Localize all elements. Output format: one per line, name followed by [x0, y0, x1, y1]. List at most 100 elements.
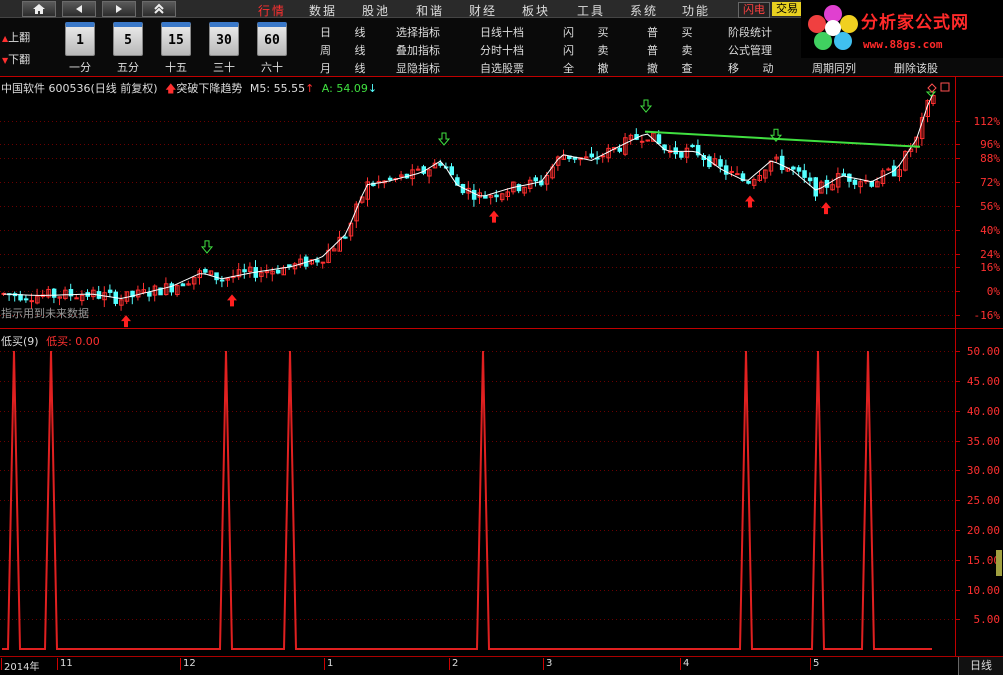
period-60min-label: 六十 — [261, 61, 283, 74]
buy-arrow-icon — [489, 210, 499, 223]
cmd-weekly[interactable]: 周 线 — [320, 42, 376, 58]
indicator-tick-label: 15.00 — [967, 554, 1000, 567]
cmd-flash-sell[interactable]: 闪 卖 — [563, 42, 619, 58]
candle-body — [802, 170, 807, 178]
cmd-period-same-column[interactable]: 周期同列 — [812, 60, 856, 76]
diamond-icon[interactable] — [927, 83, 937, 93]
scroll-handle[interactable] — [996, 550, 1002, 576]
date-label: 5 — [809, 658, 820, 670]
candle-body — [807, 177, 813, 182]
candle-body — [107, 289, 113, 293]
page-up-label: 上翻 — [8, 31, 31, 44]
indicator-tick-label: 30.00 — [967, 464, 1000, 477]
candle-body — [869, 181, 874, 187]
page-up-button[interactable]: ▲上翻 — [0, 30, 48, 46]
period-30min-button[interactable]: 30 — [209, 22, 239, 56]
cmd-monthly[interactable]: 月 线 — [320, 60, 376, 76]
stock-title: 中国软件 600536(日线 前复权) — [1, 82, 158, 95]
indicator-value: 低买: 0.00 — [46, 335, 100, 348]
indicator-axis: 50.00 45.00 40.00 35.00 30.00 25.00 20.00 15.00… — [955, 345, 1000, 626]
indicator-tick-label: 45.00 — [967, 375, 1000, 388]
trade-button[interactable]: 交易 — [772, 2, 802, 16]
cmd-normal-sell[interactable]: 普 卖 — [647, 42, 703, 58]
back-button[interactable] — [62, 1, 96, 17]
cmd-daily-ten[interactable]: 日线十档 — [480, 24, 524, 40]
cmd-cancel-query[interactable]: 撤 查 — [647, 60, 703, 76]
cmd-overlay-indicator[interactable]: 叠加指标 — [396, 42, 440, 58]
flash-button[interactable]: 闪电 — [738, 2, 770, 18]
candle-body — [735, 173, 740, 176]
indicator-tick-label: 10.00 — [967, 584, 1000, 597]
cmd-watchlist[interactable]: 自选股票 — [480, 60, 524, 76]
menu-tools[interactable]: 工具 — [577, 2, 605, 19]
candle-body — [275, 269, 281, 274]
cmd-normal-buy[interactable]: 普 买 — [647, 24, 703, 40]
cmd-daily[interactable]: 日 线 — [320, 24, 376, 40]
period-60min-button[interactable]: 60 — [257, 22, 287, 56]
menu-data[interactable]: 数据 — [309, 2, 337, 19]
home-button[interactable] — [22, 1, 56, 17]
home-icon — [33, 4, 45, 14]
candle-body — [796, 167, 802, 172]
cmd-move[interactable]: 移 动 — [728, 60, 784, 76]
cmd-cancel-all[interactable]: 全 撤 — [563, 60, 619, 76]
menu-quotes[interactable]: 行情 — [258, 2, 286, 19]
candle-body — [320, 261, 326, 264]
future-data-warning: 指示用到未来数据 — [1, 307, 89, 320]
candle-body — [617, 147, 622, 152]
period-1min-label: 一分 — [69, 61, 91, 74]
date-label: 2 — [448, 658, 459, 670]
menu-stock-pool[interactable]: 股池 — [362, 2, 390, 19]
price-tick-label: 112% — [974, 115, 1001, 128]
maximize-icon[interactable] — [940, 82, 950, 92]
cmd-flash-buy[interactable]: 闪 买 — [563, 24, 619, 40]
chart-area[interactable]: 112% 96% 88% 72% 56% 40% 24% 16% 0% -16% 50.00 45.… — [0, 76, 1003, 656]
candle-body — [387, 177, 393, 181]
candle-body — [449, 166, 454, 176]
menu-system[interactable]: 系统 — [630, 2, 658, 19]
indicator-tick-label: 25.00 — [967, 494, 1000, 507]
cmd-intraday-ten[interactable]: 分时十档 — [480, 42, 524, 58]
a-value: A: 54.09 — [321, 82, 368, 95]
page-down-button[interactable]: ▼下翻 — [0, 52, 48, 68]
period-1min-button[interactable]: 1 — [65, 22, 95, 56]
cmd-select-indicator[interactable]: 选择指标 — [396, 24, 440, 40]
triangle-right-icon — [116, 5, 122, 13]
cmd-toggle-indicator[interactable]: 显隐指标 — [396, 60, 440, 76]
candle-body — [841, 173, 846, 177]
price-tick-label: 40% — [980, 224, 1000, 237]
menu-finance[interactable]: 财经 — [469, 2, 497, 19]
candle-body — [180, 283, 186, 287]
candle-body — [746, 180, 751, 184]
candlestick-series — [1, 91, 936, 311]
period-15min-button[interactable]: 15 — [161, 22, 191, 56]
period-30min-label: 三十 — [213, 61, 235, 74]
cmd-stage-stats[interactable]: 阶段统计 — [728, 24, 772, 40]
chart-canvas[interactable]: 112% 96%88% 72% 56% 40% 24%16% 0% -16% 50.00 45.… — [0, 76, 1003, 656]
candle-body — [813, 177, 818, 197]
sell-arrow-icon — [639, 99, 653, 113]
candle-body — [219, 279, 225, 282]
cmd-delete-stock[interactable]: 删除该股 — [894, 60, 938, 76]
scroll-up-button[interactable] — [142, 1, 176, 17]
price-tick-label: 24% — [980, 248, 1000, 261]
menu-sectors[interactable]: 板块 — [522, 2, 550, 19]
m5-up-icon: ↑ — [305, 82, 315, 95]
menu-harmony[interactable]: 和谐 — [416, 2, 444, 19]
daily-tab[interactable]: 日线 — [958, 657, 1003, 675]
period-15min-label: 十五 — [165, 61, 187, 74]
buy-arrow-icon — [227, 294, 237, 307]
candle-body — [679, 152, 684, 158]
cmd-formula-manager[interactable]: 公式管理 — [728, 42, 772, 58]
candle-body — [438, 162, 443, 166]
candle-body — [779, 155, 785, 170]
candle-body — [343, 236, 348, 239]
candle-body — [656, 134, 662, 144]
period-5min-button[interactable]: 5 — [113, 22, 143, 56]
date-label: 11 — [57, 658, 73, 670]
indicator-tick-label: 5.00 — [974, 613, 1001, 626]
site-logo: 分析家公式网 www.88gs.com — [801, 0, 1003, 58]
menu-functions[interactable]: 功能 — [682, 2, 710, 19]
forward-button[interactable] — [102, 1, 136, 17]
m5-value: M5: 55.55 — [249, 82, 306, 95]
